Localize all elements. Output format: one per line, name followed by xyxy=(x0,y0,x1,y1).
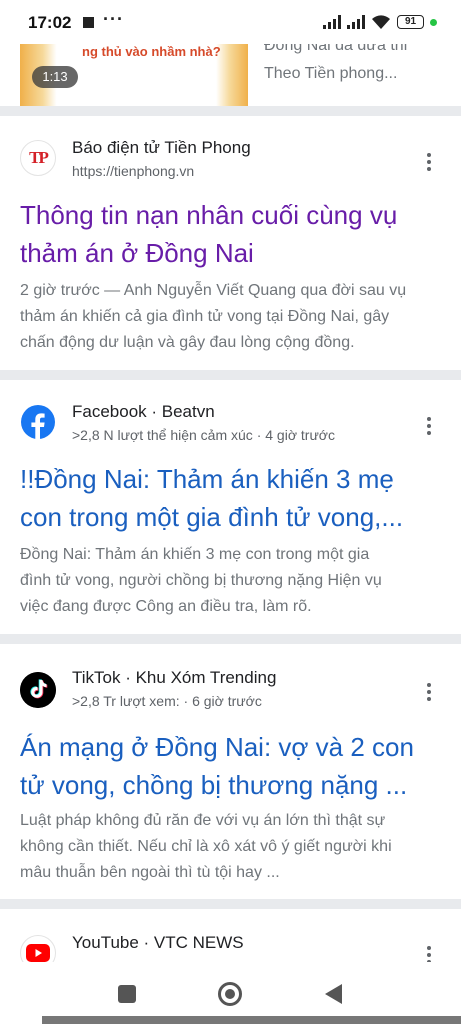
notification-icon xyxy=(83,17,94,28)
back-button[interactable] xyxy=(325,984,342,1004)
tiktok-logo-icon xyxy=(20,672,56,708)
video-snippet-line: Theo Tiền phong... xyxy=(264,65,398,82)
divider xyxy=(0,634,461,644)
gesture-bar xyxy=(42,1016,461,1024)
signal-icon xyxy=(323,15,341,29)
result-snippet: Đồng Nai: Thảm án khiến 3 mẹ con trong m… xyxy=(20,546,382,615)
result-source[interactable]: TikTok · Khu Xóm Trending >2,8 Tr lượt x… xyxy=(20,668,276,709)
battery-icon: 91 xyxy=(397,15,424,29)
source-name: Facebook · Beatvn xyxy=(72,402,215,421)
status-icons: 91 xyxy=(323,14,437,30)
source-name: YouTube · VTC NEWS xyxy=(72,933,244,952)
tienphong-logo-icon: TP xyxy=(20,140,56,176)
search-result: YouTube · VTC NEWS xyxy=(0,909,461,969)
result-title-link[interactable]: Thông tin nạn nhân cuối cùng vụ thảm án … xyxy=(20,196,440,272)
more-options-icon[interactable] xyxy=(419,414,439,438)
source-name: TikTok · Khu Xóm Trending xyxy=(72,668,277,687)
source-stats: >2,8 N lượt thể hiện cảm xúc · 4 giờ trư… xyxy=(72,427,335,443)
divider xyxy=(0,106,461,116)
video-snippet: Đồng Nai đã đưa thi Theo Tiền phong... xyxy=(264,44,407,88)
search-result: TikTok · Khu Xóm Trending >2,8 Tr lượt x… xyxy=(0,644,461,900)
status-time: 17:02 xyxy=(28,13,72,32)
source-stats: >2,8 Tr lượt xem: · 6 giờ trước xyxy=(72,693,262,709)
home-button[interactable] xyxy=(218,982,242,1006)
recent-apps-button[interactable] xyxy=(118,985,136,1003)
result-title-link[interactable]: Án mạng ở Đồng Nai: vợ và 2 con tử vong,… xyxy=(20,728,440,804)
facebook-logo-icon xyxy=(20,404,56,440)
status-bar: 17:02 ··· 91 xyxy=(0,0,461,44)
result-title-link[interactable]: !!Đồng Nai: Thảm án khiến 3 mẹ con trong… xyxy=(20,460,440,536)
navigation-bar xyxy=(0,962,461,1024)
result-source[interactable]: Facebook · Beatvn >2,8 N lượt thể hiện c… xyxy=(20,402,335,443)
search-result: TP Báo điện tử Tiền Phong https://tienph… xyxy=(0,116,461,372)
search-result: Facebook · Beatvn >2,8 N lượt thể hiện c… xyxy=(0,380,461,636)
thumbnail-caption: ng thủ vào nhầm nhà? xyxy=(82,44,221,59)
divider xyxy=(0,899,461,909)
video-result-card[interactable]: ng thủ vào nhầm nhà? 1:13 Đồng Nai đã đư… xyxy=(0,44,461,106)
more-options-icon[interactable] xyxy=(419,150,439,174)
signal-icon-2 xyxy=(347,15,365,29)
result-snippet: Luật pháp không đủ răn đe với vụ án lớn … xyxy=(20,812,392,881)
source-url: https://tienphong.vn xyxy=(72,163,195,179)
more-notifications-icon: ··· xyxy=(103,9,124,29)
divider xyxy=(0,370,461,380)
result-snippet: 2 giờ trước — Anh Nguyễn Viết Quang qua … xyxy=(20,282,407,351)
result-source[interactable]: TP Báo điện tử Tiền Phong https://tienph… xyxy=(20,138,251,179)
more-options-icon[interactable] xyxy=(419,680,439,704)
video-snippet-line: Đồng Nai đã đưa thi xyxy=(264,44,408,54)
wifi-icon xyxy=(372,15,390,29)
source-name: Báo điện tử Tiền Phong xyxy=(72,138,251,157)
privacy-indicator-icon xyxy=(430,18,437,26)
video-duration-badge: 1:13 xyxy=(32,66,78,88)
